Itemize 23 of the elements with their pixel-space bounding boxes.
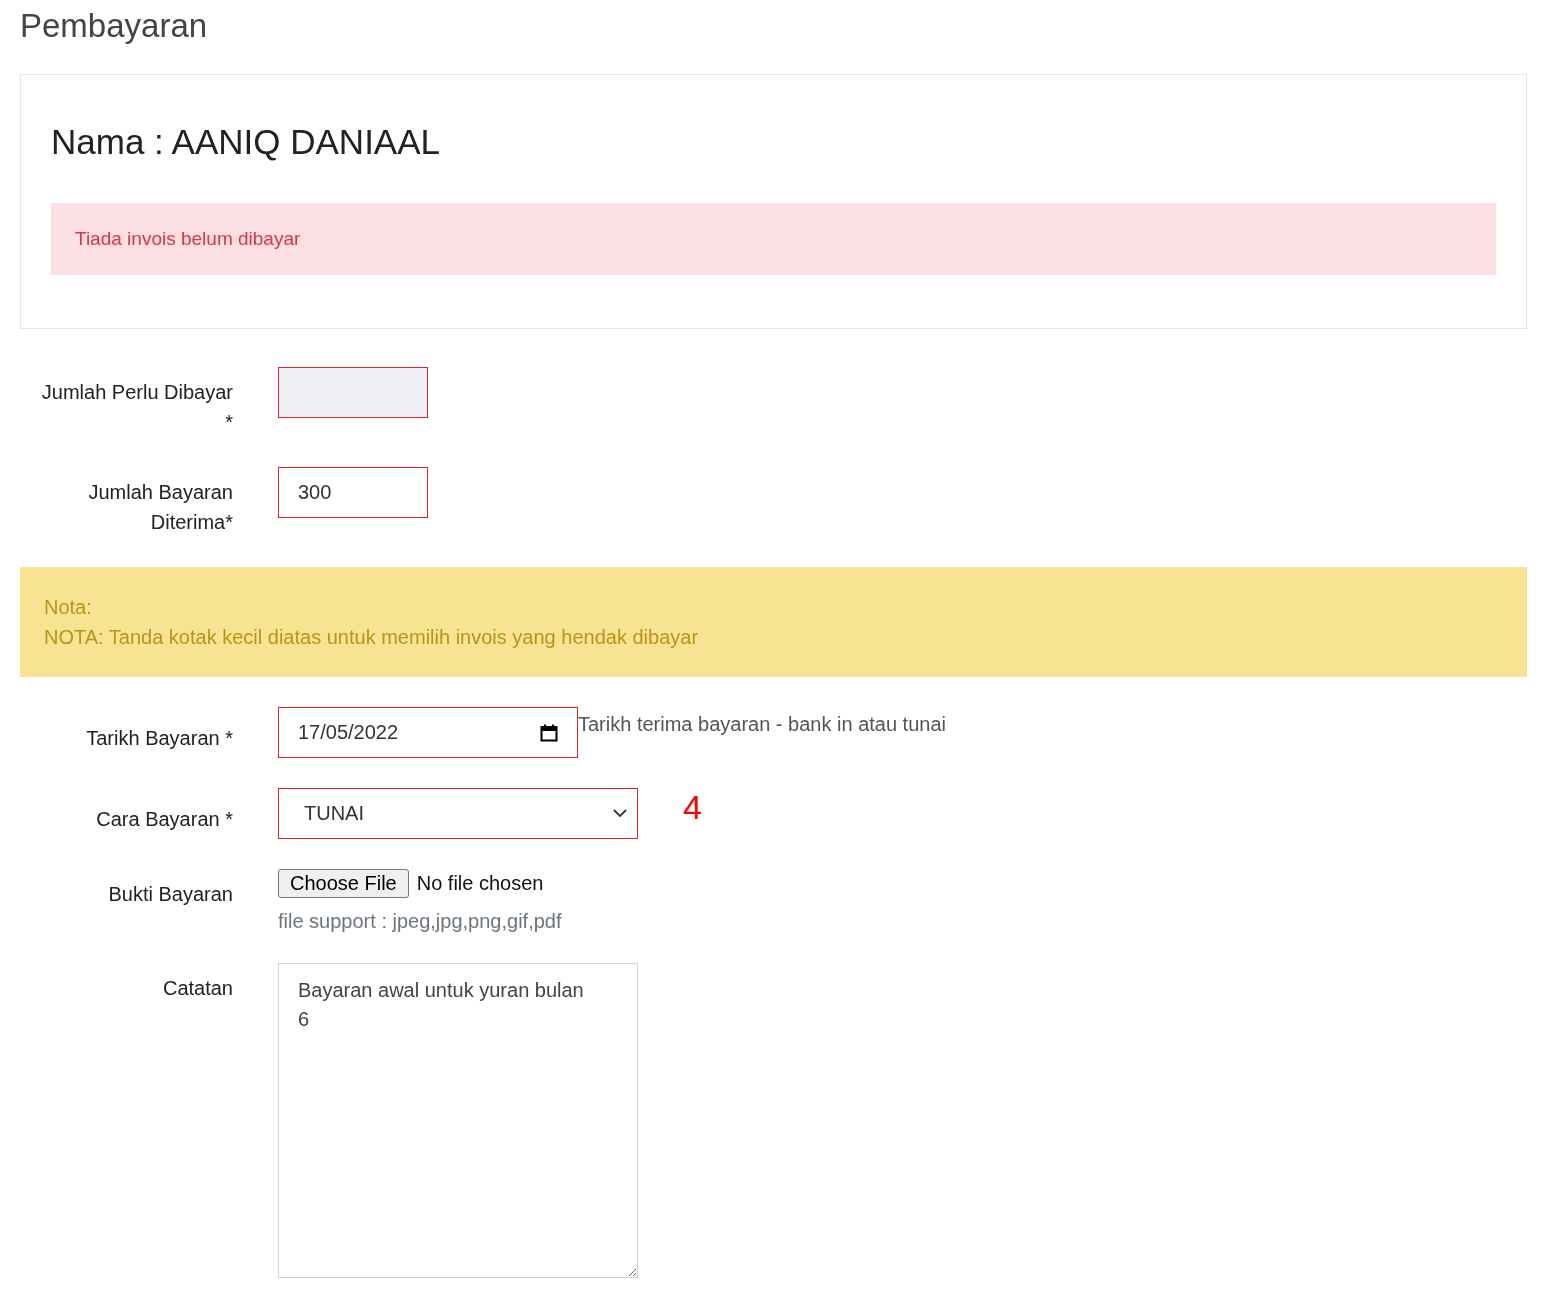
date-field[interactable]: 17/05/2022 [278, 707, 578, 759]
field-label: Catatan [161, 976, 233, 1002]
annotation-number: 4 [683, 788, 702, 828]
calendar-icon[interactable] [540, 723, 558, 742]
note-title: Nota: [44, 595, 93, 621]
field-label: Cara Bayaran * [95, 806, 233, 832]
file-status-text: No file chosen [416, 872, 544, 896]
file-hint-text: file support : jpeg,jpg,png,gif,pdf [278, 910, 562, 934]
field-label: Jumlah Bayaran Diterima* [87, 480, 233, 536]
alert-message: Tiada invois belum dibayar [51, 203, 1496, 276]
choose-file-button[interactable]: Choose File [278, 869, 409, 899]
field-label: Tarikh Bayaran * [85, 725, 233, 751]
page-title: Pembayaran [20, 8, 209, 45]
chevron-down-icon [613, 809, 627, 819]
amount-input[interactable] [278, 367, 428, 419]
student-name-heading: Nama : AANIQ DANIAAL [51, 121, 442, 164]
date-help-text: Tarikh terima bayaran - bank in atau tunai [578, 712, 946, 737]
field-label: Bukti Bayaran [107, 882, 233, 908]
note-text: NOTA: Tanda kotak kecil diatas untuk memilih invois yang hendak dibayar [44, 625, 700, 651]
amount-input[interactable]: 300 [278, 467, 428, 519]
notes-textarea[interactable]: Bayaran awal untuk yuran bulan 6 [278, 963, 638, 1279]
field-label: Jumlah Perlu Dibayar * [40, 380, 233, 436]
payment-method-select[interactable]: TUNAI [278, 788, 638, 840]
